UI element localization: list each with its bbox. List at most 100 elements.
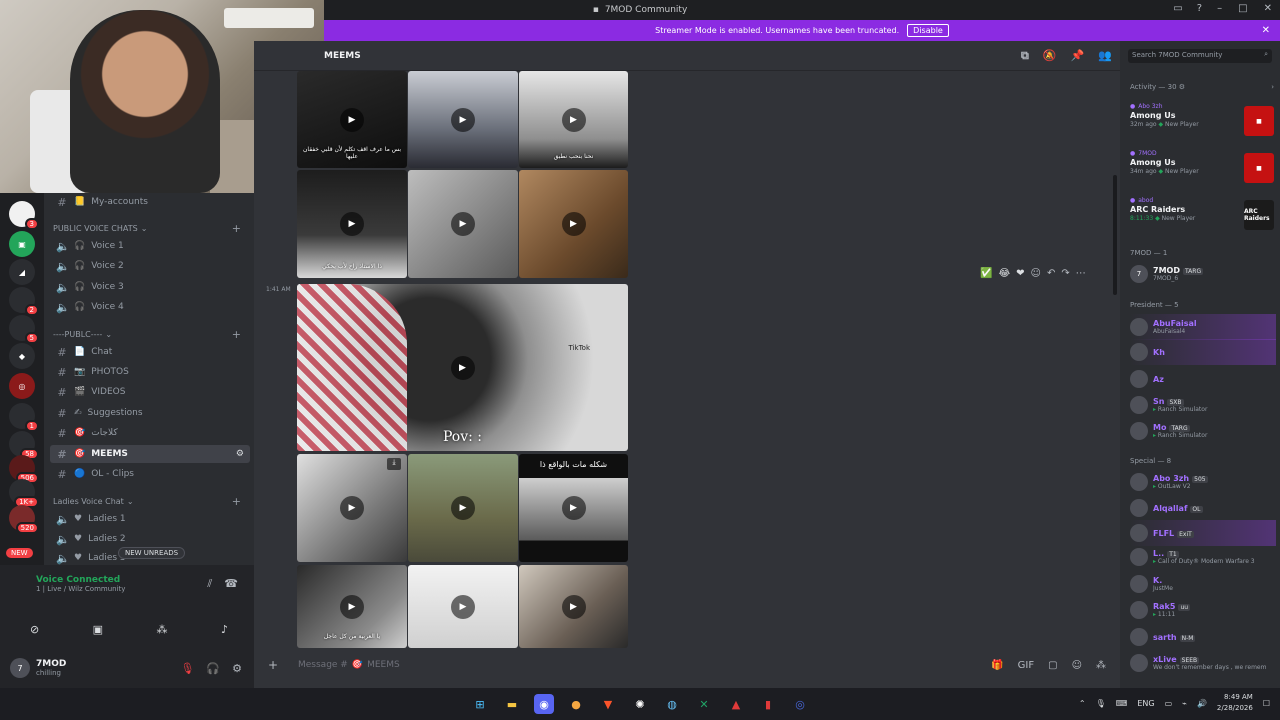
server-icon[interactable]: 506 (9, 455, 39, 484)
member-item[interactable]: Rak5 uu ▸ 11:11 (1130, 597, 1276, 623)
voice-channel[interactable]: 🔈 ♥ Ladies 1 (50, 510, 250, 528)
play-icon[interactable]: ▶ (451, 212, 475, 236)
play-icon[interactable]: ▶ (451, 594, 475, 619)
server-icon[interactable]: ◎ (9, 373, 35, 399)
category-public[interactable]: ----PUBLC---- ⌄ + (53, 328, 249, 341)
steam-icon[interactable]: ◍ (662, 694, 682, 714)
server-icon[interactable]: 520 (9, 505, 39, 534)
member-item[interactable]: Abo 3zh 505 ▸ OutLaw V2 (1130, 469, 1276, 495)
play-icon[interactable]: ▶ (340, 212, 364, 236)
text-channel[interactable]: # 🔵 OL - Clips (50, 465, 250, 483)
chatgpt-icon[interactable]: ✺ (630, 694, 650, 714)
screen-share-icon[interactable]: ▣ (93, 623, 103, 636)
activity-card[interactable]: ● abod ARC Raiders 8:11:33 ◆ New Player A… (1130, 197, 1274, 241)
member-item[interactable]: Kh (1130, 339, 1276, 365)
discord-app-icon[interactable]: ◉ (534, 694, 554, 714)
chevron-right-icon[interactable]: › (1271, 83, 1274, 91)
file-explorer-icon[interactable]: ▬ (502, 694, 522, 714)
attach-plus-icon[interactable]: + (268, 658, 282, 672)
media-tile[interactable]: ▶ نحنا بنحب نطبق (519, 71, 628, 168)
member-item[interactable]: Mo TARG ▸ Ranch Simulator (1130, 418, 1276, 444)
activity-card[interactable]: ● Abo 3zh Among Us 32m ago ◆ New Player ■ (1130, 103, 1274, 147)
media-tile[interactable]: شكله مات بالواقع ذا ▶ (519, 454, 628, 562)
server-icon[interactable]: 2 (9, 287, 39, 316)
app-icon[interactable]: ▲ (726, 694, 746, 714)
text-channel[interactable]: # 📷 PHOTOS (50, 363, 250, 381)
play-icon[interactable]: ▶ (451, 496, 475, 520)
server-icon[interactable]: 3 (9, 201, 39, 230)
settings-gear-icon[interactable]: ⚙ (232, 662, 242, 675)
media-tile[interactable]: ▶ يا العربية من كل عاجل (297, 565, 407, 648)
member-list-icon[interactable]: 👥 (1098, 49, 1112, 63)
add-reaction-icon[interactable]: ☺ (1031, 268, 1041, 279)
voice-channel[interactable]: 🔈 🎧 Voice 3 (50, 278, 250, 296)
member-item[interactable]: FLFL ExiT (1130, 520, 1276, 546)
maximize-button[interactable]: □ (1238, 3, 1247, 14)
member-item[interactable]: Sn SXB ▸ Ranch Simulator (1130, 392, 1276, 418)
media-tile[interactable]: ▶ (408, 71, 518, 168)
gift-icon[interactable]: 🎁 (991, 660, 1003, 671)
member-item[interactable]: Az (1130, 366, 1276, 392)
apps-icon[interactable]: ⁂ (1096, 660, 1106, 671)
server-icon[interactable]: ▣ (9, 231, 35, 257)
volume-icon[interactable]: 🔊 (1197, 699, 1207, 708)
member-item[interactable]: K. JustMe (1130, 571, 1276, 597)
text-channel[interactable]: # 🎯 كلاجات (50, 424, 250, 442)
chat-scrollbar[interactable] (1113, 175, 1117, 295)
member-item[interactable]: sarth N-M (1130, 624, 1276, 650)
heart-reaction-icon[interactable]: ❤ (1016, 268, 1024, 279)
member-item[interactable]: Alqallaf OL (1130, 495, 1276, 521)
media-tile-large[interactable]: ▶ TikTok Pov: : (297, 284, 628, 451)
add-channel-icon[interactable]: + (232, 328, 241, 341)
emoji-icon[interactable]: ☺ (1072, 660, 1082, 671)
member-item[interactable]: AbuFaisal AbuFaisal4 (1130, 314, 1276, 340)
media-tile[interactable]: ▶ ذا الاستاذ راح لأب يحكي (297, 170, 407, 278)
add-channel-icon[interactable]: + (232, 495, 241, 508)
server-icon[interactable]: 5 (9, 315, 39, 344)
disconnect-icon[interactable]: ☎ (224, 577, 238, 591)
server-icon[interactable]: ◆ (9, 343, 35, 369)
gear-icon[interactable]: ⚙ (1179, 83, 1185, 91)
play-icon[interactable]: ▶ (451, 107, 475, 132)
play-icon[interactable]: ▶ (340, 496, 364, 520)
sticker-icon[interactable]: ▢ (1048, 660, 1057, 671)
soundboard-icon[interactable]: ♪ (221, 623, 228, 636)
media-tile[interactable]: ▶ (408, 565, 518, 648)
media-tile[interactable]: ▶ (408, 454, 518, 562)
media-tile[interactable]: ⤓ ▶ (297, 454, 407, 562)
member-item[interactable]: xLive SEEB We don't remember days , we rem… (1130, 650, 1276, 676)
activity-header[interactable]: Activity — 30 ⚙ › (1130, 83, 1274, 91)
threads-icon[interactable]: ⧉ (1021, 49, 1029, 63)
video-off-icon[interactable]: ⊘ (30, 623, 39, 636)
media-tile[interactable]: ▶ (519, 565, 628, 648)
new-unreads-pill[interactable]: NEW UNREADS (118, 547, 186, 559)
close-window-button[interactable]: ✕ (1264, 3, 1272, 14)
current-user[interactable]: 7 7MOD chilling 🎙 🎧 ⚙ (10, 655, 244, 681)
server-icon[interactable]: 58 (9, 431, 39, 460)
more-options-icon[interactable]: ⋯ (1076, 268, 1086, 279)
play-icon[interactable]: ▶ (561, 496, 586, 520)
keyboard-icon[interactable]: ⌨ (1116, 699, 1128, 708)
activities-icon[interactable]: ⁂ (157, 623, 168, 636)
activity-card[interactable]: ● 7MOD Among Us 34m ago ◆ New Player ■ (1130, 150, 1274, 194)
disable-streamer-button[interactable]: Disable (907, 24, 949, 37)
laugh-reaction-icon[interactable]: 😂 (998, 268, 1010, 279)
server-icon[interactable]: 1K+ (9, 479, 39, 508)
voice-channel[interactable]: 🔈 ♥ Ladies 2 (50, 530, 250, 548)
display-icon[interactable]: ▭ (1165, 699, 1173, 708)
close-banner-icon[interactable]: ✕ (1262, 25, 1270, 36)
category-ladies[interactable]: Ladies Voice Chat ⌄ + (53, 495, 249, 508)
play-icon[interactable]: ▶ (450, 355, 475, 380)
play-icon[interactable]: ▶ (340, 107, 364, 132)
media-tile[interactable]: ▶ (408, 170, 518, 278)
pin-icon[interactable]: 📌 (1071, 49, 1085, 63)
clock[interactable]: 8:49 AM 2/28/2026 (1217, 692, 1253, 714)
server-icon[interactable]: 1 (9, 403, 39, 432)
inbox-icon[interactable]: ▭ (1173, 3, 1182, 14)
brave-browser-icon[interactable]: ▼ (598, 694, 618, 714)
play-icon[interactable]: ▶ (561, 594, 586, 619)
app-icon[interactable]: ◎ (790, 694, 810, 714)
check-reaction-icon[interactable]: ✅ (980, 268, 992, 279)
member-item[interactable]: L.. T1 ▸ Call of Duty® Modern Warfare 3 (1130, 544, 1276, 570)
play-icon[interactable]: ▶ (340, 594, 364, 619)
